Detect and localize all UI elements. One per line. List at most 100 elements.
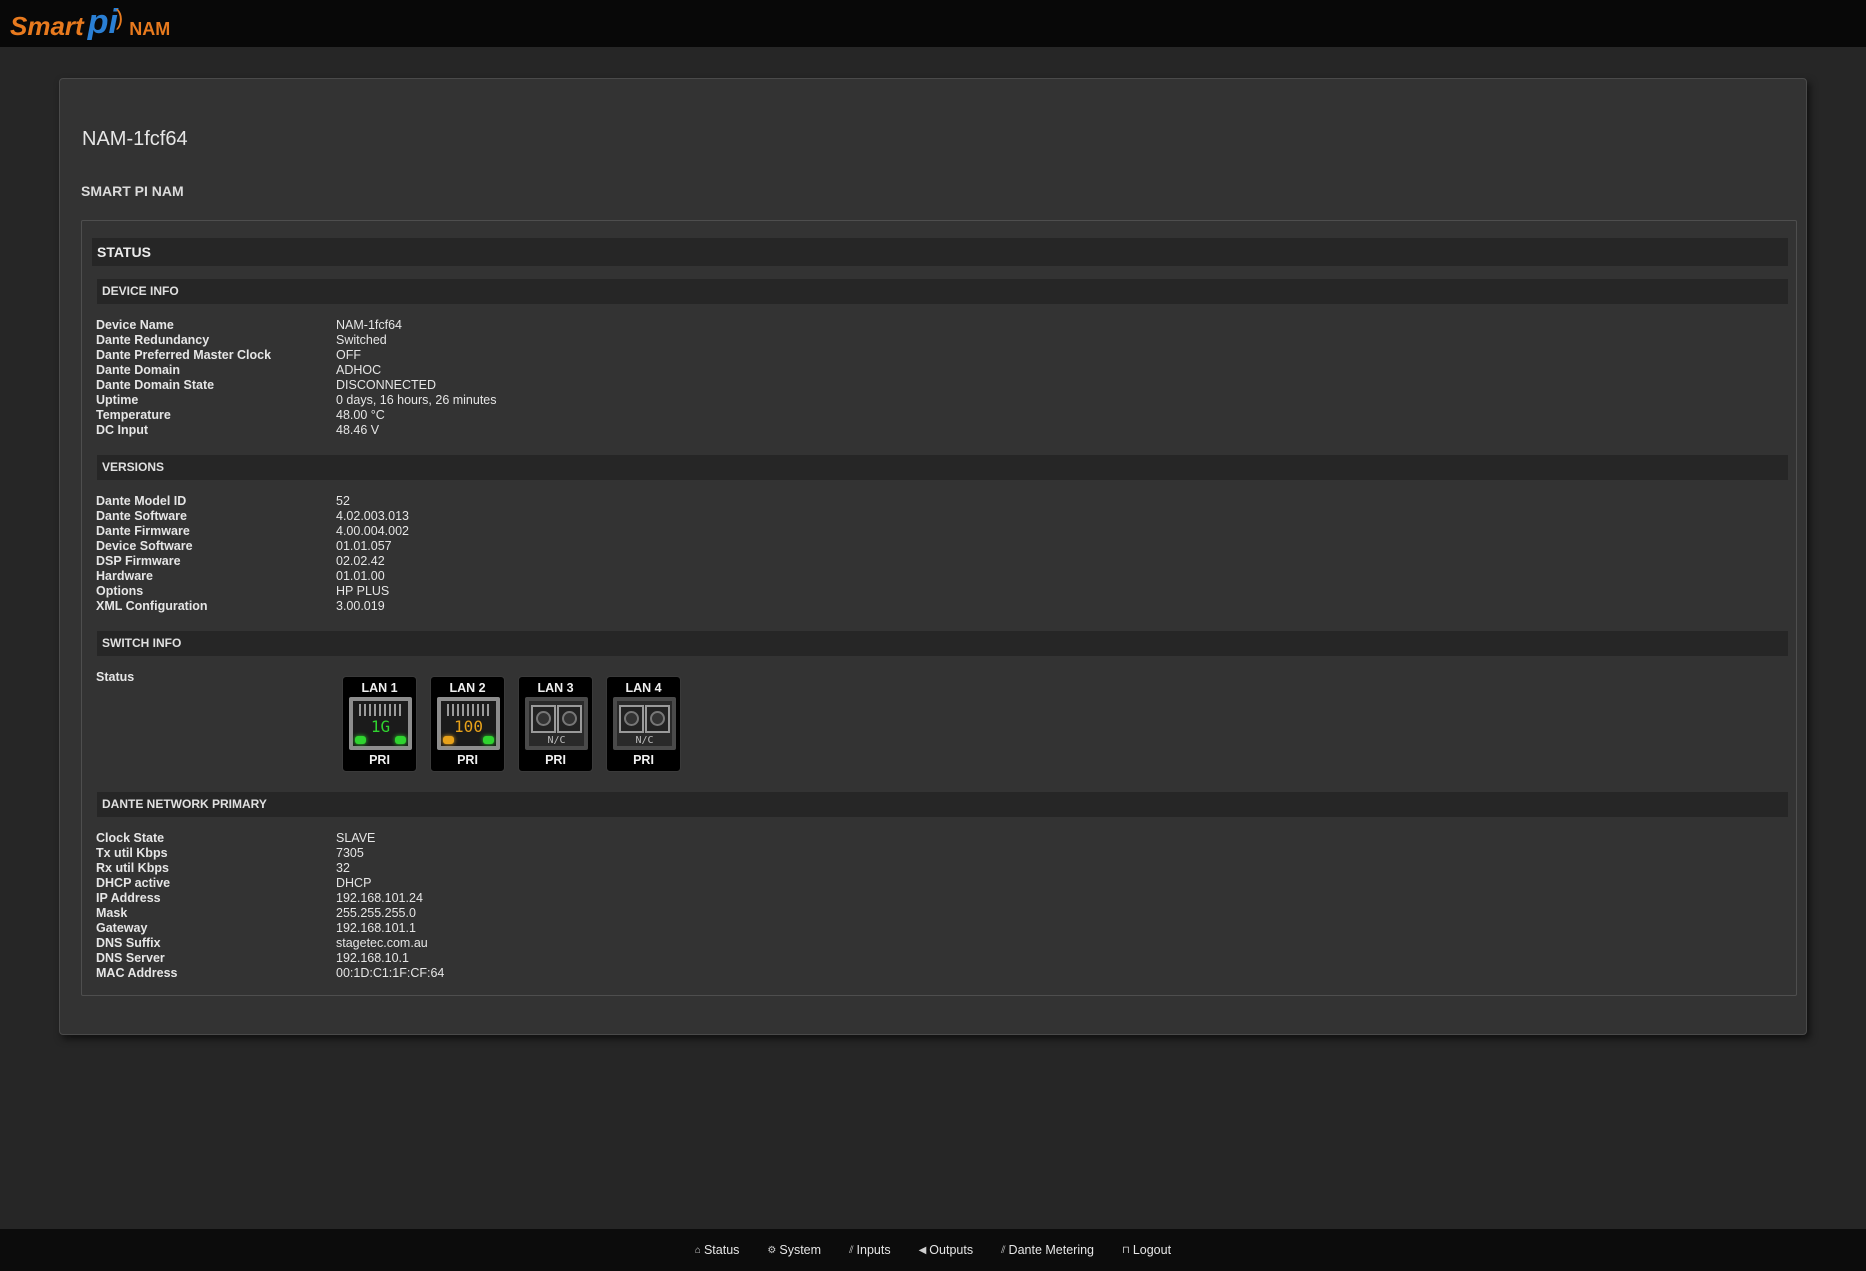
lan-port-name: LAN 1	[361, 681, 398, 695]
port-speed: 1G	[370, 717, 391, 736]
info-row: DC Input 48.46 V	[96, 423, 796, 438]
nav-logout[interactable]: ⊓ Logout	[1108, 1243, 1185, 1257]
info-row: Temperature 48.00 °C	[96, 408, 796, 423]
info-row: Dante Firmware 4.00.004.002	[96, 524, 796, 539]
nav-label: Logout	[1132, 1243, 1172, 1257]
info-label: Device Name	[96, 318, 174, 332]
switch-info-header: SWITCH INFO	[97, 631, 1788, 656]
lan-port-role: PRI	[369, 753, 390, 767]
lan-port-2: LAN 2 100 PRI	[430, 676, 505, 772]
info-value: 01.01.00	[336, 569, 385, 583]
info-label: Dante Firmware	[96, 524, 190, 538]
switch-status-label: Status	[96, 670, 135, 684]
info-row: Options HP PLUS	[96, 584, 796, 599]
info-label: DHCP active	[96, 876, 171, 890]
info-value: 7305	[336, 846, 364, 860]
device-info-header: DEVICE INFO	[97, 279, 1788, 304]
signal-icon: ⫽	[849, 1244, 854, 1256]
jack-window-icon	[619, 705, 644, 733]
versions-header: VERSIONS	[97, 455, 1788, 480]
info-label: Uptime	[96, 393, 139, 407]
info-row: Dante Model ID 52	[96, 494, 796, 509]
info-label: Rx util Kbps	[96, 861, 169, 875]
info-value: 02.02.42	[336, 554, 385, 568]
info-value: 01.01.057	[336, 539, 392, 553]
info-row: Dante Domain State DISCONNECTED	[96, 378, 796, 393]
jack-window-icon	[557, 705, 582, 733]
page-title: NAM-1fcf64	[82, 128, 188, 150]
bottom-nav: ⌂ Status ⚙ System ⫽ Inputs ◀ Outputs ⫽ Dante Mete…	[0, 1229, 1866, 1271]
ethernet-jack-disconnected-icon: N/C	[613, 697, 676, 750]
bottom-nav-bar: ⌂ Status ⚙ System ⫽ Inputs ◀ Outputs ⫽ Dante Mete…	[0, 1229, 1866, 1271]
activity-led-icon	[483, 736, 494, 744]
info-value: SLAVE	[336, 831, 376, 845]
dante-primary-header: DANTE NETWORK PRIMARY	[97, 792, 1788, 817]
info-row: DNS Suffix stagetec.com.au	[96, 936, 796, 951]
status-header: STATUS	[92, 238, 1788, 266]
info-value: 32	[336, 861, 350, 875]
port-speed: N/C	[635, 735, 654, 746]
info-row: DNS Server 192.168.10.1	[96, 951, 796, 966]
info-value: 255.255.255.0	[336, 906, 416, 920]
lan-port-role: PRI	[457, 753, 478, 767]
lan-port-name: LAN 4	[625, 681, 662, 695]
info-label: DSP Firmware	[96, 554, 181, 568]
top-bar: Smart pi ) NAM	[0, 0, 1866, 47]
info-value: 52	[336, 494, 350, 508]
info-row: Tx util Kbps 7305	[96, 846, 796, 861]
lan-ports: LAN 1 1G PRI LAN 2 100 PRI LAN 3 N/C PRI LAN 4 N/C…	[342, 676, 681, 772]
info-value: 192.168.101.24	[336, 891, 423, 905]
nav-dante-metering[interactable]: ⫽ Dante Metering	[987, 1243, 1108, 1257]
status-container: STATUS DEVICE INFO Device Name NAM-1fcf64…	[81, 220, 1797, 996]
logo-smart-text: Smart	[10, 11, 84, 41]
nav-label: System	[779, 1243, 822, 1257]
info-label: DNS Server	[96, 951, 165, 965]
info-label: DNS Suffix	[96, 936, 161, 950]
info-row: Mask 255.255.255.0	[96, 906, 796, 921]
info-label: Hardware	[96, 569, 153, 583]
lan-port-name: LAN 3	[537, 681, 574, 695]
info-label: IP Address	[96, 891, 161, 905]
info-row: Device Name NAM-1fcf64	[96, 318, 796, 333]
nav-outputs[interactable]: ◀ Outputs	[905, 1243, 987, 1257]
nav-label: Outputs	[929, 1243, 974, 1257]
smart-pi-nam-logo[interactable]: Smart pi ) NAM	[10, 3, 170, 44]
info-row: Hardware 01.01.00	[96, 569, 796, 584]
link-led-icon	[355, 736, 366, 744]
info-value: DISCONNECTED	[336, 378, 437, 392]
info-value: 0 days, 16 hours, 26 minutes	[336, 393, 497, 407]
info-label: Dante Domain	[96, 363, 181, 377]
info-label: Options	[96, 584, 144, 598]
nav-system[interactable]: ⚙ System	[753, 1243, 835, 1257]
info-label: Dante Domain State	[96, 378, 215, 392]
info-value: OFF	[336, 348, 361, 362]
page-subtitle: SMART PI NAM	[81, 183, 184, 199]
info-label: MAC Address	[96, 966, 178, 980]
jack-window-icon	[531, 705, 556, 733]
nav-inputs[interactable]: ⫽ Inputs	[835, 1243, 905, 1257]
info-value: stagetec.com.au	[336, 936, 428, 950]
nav-label: Dante Metering	[1008, 1243, 1095, 1257]
info-label: Mask	[96, 906, 128, 920]
ethernet-jack-disconnected-icon: N/C	[525, 697, 588, 750]
info-value: DHCP	[336, 876, 372, 890]
info-label: Temperature	[96, 408, 171, 422]
nav-label: Status	[703, 1243, 740, 1257]
nav-status[interactable]: ⌂ Status	[681, 1243, 753, 1257]
info-value: 4.02.003.013	[336, 509, 409, 523]
info-row: IP Address 192.168.101.24	[96, 891, 796, 906]
info-row: DSP Firmware 02.02.42	[96, 554, 796, 569]
lock-icon: ⊓	[1122, 1244, 1130, 1256]
signal-icon: ⫽	[1001, 1244, 1006, 1256]
info-label: Dante Model ID	[96, 494, 187, 508]
logo-pi-text: pi	[87, 3, 118, 41]
info-label: Dante Preferred Master Clock	[96, 348, 272, 362]
info-value: 48.00 °C	[336, 408, 385, 422]
info-row: Gateway 192.168.101.1	[96, 921, 796, 936]
lan-port-role: PRI	[545, 753, 566, 767]
dante-primary-list: Clock State SLAVE Tx util Kbps 7305 Rx util …	[96, 831, 796, 981]
info-value: Switched	[336, 333, 387, 347]
port-speed: 100	[454, 717, 483, 736]
info-label: Device Software	[96, 539, 193, 553]
info-row: DHCP active DHCP	[96, 876, 796, 891]
